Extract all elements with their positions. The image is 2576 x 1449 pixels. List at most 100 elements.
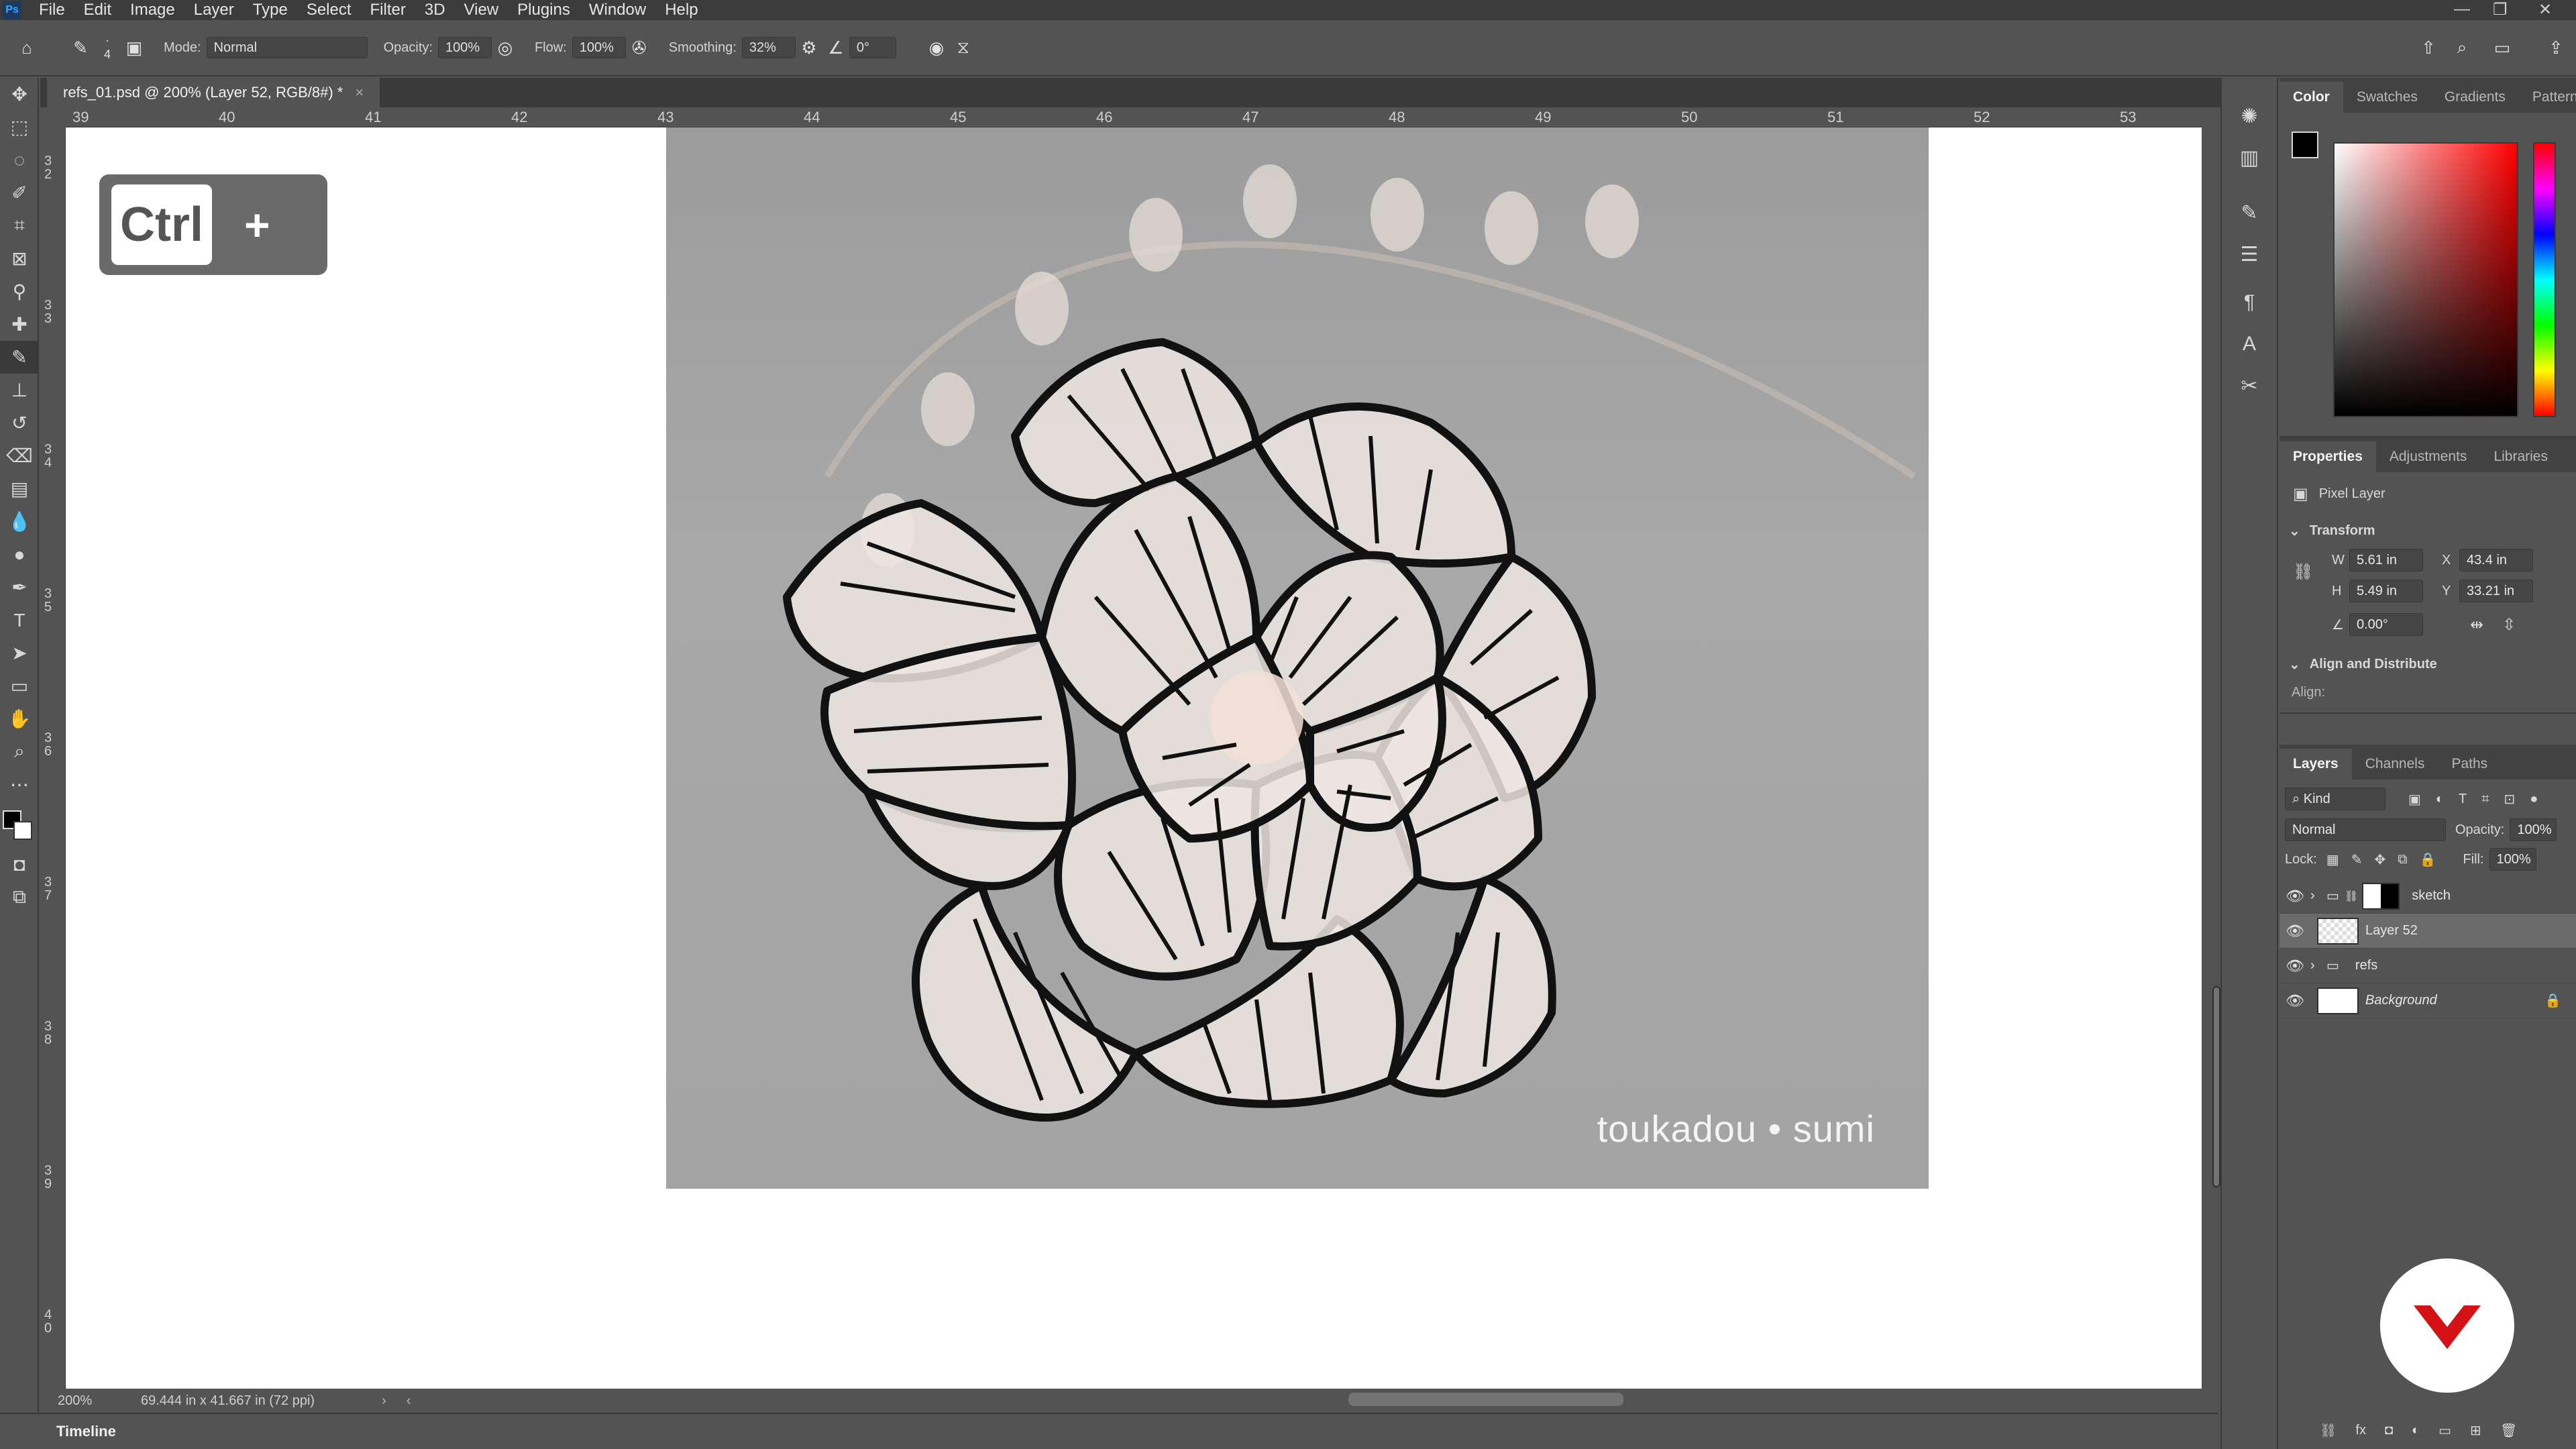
layer-filter-kind-select[interactable]: ⌕ Kind	[2285, 788, 2385, 810]
visibility-eye-icon[interactable]: 👁	[2279, 888, 2310, 905]
flip-horizontal-icon[interactable]: ⇹	[2470, 615, 2483, 635]
tab-gradients[interactable]: Gradients	[2431, 82, 2519, 113]
y-input[interactable]: 33.21 in	[2459, 580, 2533, 602]
link-layers-icon[interactable]: ⛓	[2320, 1422, 2337, 1439]
healing-icon[interactable]: ✚	[0, 308, 39, 341]
filter-shape-icon[interactable]: ⌗	[2481, 792, 2489, 807]
new-group-icon[interactable]: ▭	[2438, 1422, 2451, 1439]
chevron-right-icon[interactable]: ›	[2310, 888, 2321, 904]
menu-select[interactable]: Select	[297, 1, 361, 19]
rectangle-icon[interactable]: ▭	[0, 669, 39, 702]
move-icon[interactable]: ✥	[0, 78, 39, 111]
visibility-eye-icon[interactable]: 👁	[2279, 922, 2310, 940]
blend-mode-select[interactable]: Normal	[2285, 818, 2446, 841]
visibility-eye-icon[interactable]: 👁	[2279, 957, 2310, 975]
menu-help[interactable]: Help	[655, 1, 707, 19]
height-input[interactable]: 5.49 in	[2349, 580, 2423, 602]
gradient-icon[interactable]: ▤	[0, 472, 39, 505]
x-input[interactable]: 43.4 in	[2459, 549, 2533, 572]
chain-link-icon[interactable]: ⛓	[2345, 890, 2358, 903]
menu-layer[interactable]: Layer	[184, 1, 244, 19]
lock-artboard-icon[interactable]: ⧉	[2398, 852, 2407, 867]
tab-patterns[interactable]: Patterns	[2519, 82, 2576, 113]
tab-adjustments[interactable]: Adjustments	[2376, 441, 2481, 472]
marquee-icon[interactable]: ⬚	[0, 111, 39, 144]
color-swatches[interactable]	[0, 801, 39, 848]
eraser-icon[interactable]: ⌫	[0, 439, 39, 472]
brush-panel-toggle-icon[interactable]: ▣	[121, 34, 148, 61]
visibility-eye-icon[interactable]: 👁	[2279, 992, 2310, 1010]
path-select-icon[interactable]: ➤	[0, 637, 39, 669]
home-icon[interactable]: ⌂	[13, 34, 40, 61]
menu-view[interactable]: View	[455, 1, 508, 19]
pressure-opacity-icon[interactable]: ◎	[492, 34, 519, 61]
tab-libraries[interactable]: Libraries	[2480, 441, 2561, 472]
search-icon[interactable]: ⌕	[2449, 34, 2475, 61]
pen-icon[interactable]: ✒	[0, 571, 39, 604]
menu-file[interactable]: File	[30, 1, 74, 19]
menu-type[interactable]: Type	[244, 1, 297, 19]
layer-name[interactable]: refs	[2355, 958, 2377, 973]
airbrush-icon[interactable]: ✇	[626, 34, 653, 61]
type-icon[interactable]: T	[0, 604, 39, 637]
timeline-tab[interactable]: Timeline	[40, 1414, 132, 1449]
opacity-input[interactable]: 100%	[437, 37, 492, 58]
quick-mask-icon[interactable]: ◘	[0, 848, 39, 881]
zoom-icon[interactable]: ⌕	[0, 735, 39, 768]
tab-color[interactable]: Color	[2279, 82, 2343, 113]
background-color-swatch[interactable]	[13, 821, 32, 840]
lock-all-icon[interactable]: 🔒	[2420, 851, 2436, 868]
close-button[interactable]: ✕	[2538, 0, 2552, 19]
hand-icon[interactable]: ✋	[0, 702, 39, 735]
lock-transparency-icon[interactable]: ▦	[2326, 851, 2339, 868]
scroll-left-icon[interactable]: ‹	[407, 1393, 411, 1409]
glyph-icon[interactable]: A	[2222, 323, 2277, 365]
canvas-vertical-scrollbar[interactable]	[2202, 107, 2220, 1382]
layer-row-layer-52[interactable]: 👁 Layer 52	[2279, 914, 2576, 949]
menu-3d[interactable]: 3D	[415, 1, 455, 19]
blur-icon[interactable]: 💧	[0, 505, 39, 538]
new-layer-icon[interactable]: ⊞	[2470, 1422, 2481, 1439]
brush-preset-icon[interactable]: ✎	[67, 34, 94, 61]
adjust-icon[interactable]: ☰	[2222, 233, 2277, 275]
status-menu-chevron-icon[interactable]: ›	[382, 1393, 386, 1409]
more-icon[interactable]: ⋯	[0, 768, 39, 801]
vertical-scroll-thumb[interactable]	[2212, 986, 2220, 1187]
layer-mask-thumbnail[interactable]	[2362, 882, 2400, 910]
crop-icon[interactable]: ⌗	[0, 209, 39, 242]
horizontal-scroll-thumb[interactable]	[1348, 1393, 1623, 1406]
menu-image[interactable]: Image	[121, 1, 184, 19]
paragraph-icon[interactable]: ¶	[2222, 282, 2277, 323]
document-canvas[interactable]: toukadou • sumi Ctrl +	[66, 127, 2202, 1389]
chevron-right-icon[interactable]: ›	[2310, 958, 2321, 973]
color-picker-field[interactable]	[2333, 142, 2518, 417]
quick-select-icon[interactable]: ✐	[0, 176, 39, 209]
link-dimensions-icon[interactable]: ⛓	[2293, 562, 2313, 582]
fg-bg-swatches[interactable]	[2292, 131, 2332, 170]
filter-toggle-icon[interactable]: ●	[2530, 792, 2538, 807]
histogram-icon[interactable]: ▥	[2222, 137, 2277, 178]
close-tab-icon[interactable]: ×	[355, 84, 364, 101]
tab-channels[interactable]: Channels	[2352, 749, 2438, 780]
tab-layers[interactable]: Layers	[2279, 749, 2352, 780]
align-header[interactable]: ⌄ Align and Distribute	[2289, 656, 2576, 673]
filter-adjustment-icon[interactable]: ◐	[2436, 792, 2444, 807]
delete-layer-icon[interactable]: 🗑	[2500, 1422, 2517, 1439]
lasso-icon[interactable]: ◌	[0, 144, 39, 176]
gear-burst-icon[interactable]: ✺	[2222, 95, 2277, 137]
brush-size-picker[interactable]: · 4	[94, 34, 121, 61]
layer-name[interactable]: Layer 52	[2365, 923, 2418, 938]
mode-select[interactable]: Normal	[206, 37, 368, 58]
zoom-level[interactable]: 200%	[58, 1393, 111, 1409]
fill-input[interactable]: 100%	[2489, 848, 2536, 871]
layer-row-sketch[interactable]: 👁 › ▭ ⛓ sketch	[2279, 879, 2576, 914]
lock-position-icon[interactable]: ✥	[2374, 851, 2385, 868]
tab-properties[interactable]: Properties	[2279, 441, 2376, 472]
filter-pixel-icon[interactable]: ▣	[2408, 791, 2421, 808]
tools-icon[interactable]: ✂	[2222, 365, 2277, 407]
menu-plugins[interactable]: Plugins	[508, 1, 580, 19]
document-tab[interactable]: refs_01.psd @ 200% (Layer 52, RGB/8#) * …	[47, 78, 380, 107]
smoothing-input[interactable]: 32%	[741, 37, 796, 58]
eyedropper-icon[interactable]: ⚲	[0, 275, 39, 308]
brush-icon[interactable]: ✎	[0, 341, 39, 374]
